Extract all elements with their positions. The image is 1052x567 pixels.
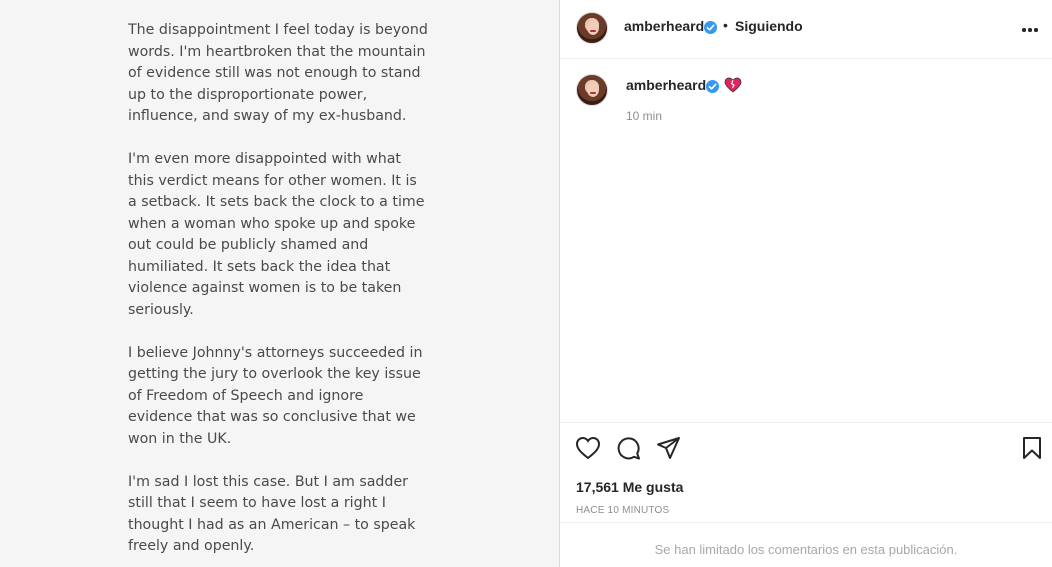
statement-paragraph-4: I'm sad I lost this case. But I am sadde… — [128, 473, 416, 555]
post-timestamp[interactable]: HACE 10 MINUTOS — [576, 505, 669, 516]
broken-heart-emoji-icon — [724, 77, 742, 93]
bookmark-icon[interactable] — [1022, 436, 1042, 460]
likes-count[interactable]: 17,561 Me gusta — [576, 479, 683, 495]
statement-paragraph-2: I'm even more disappointed with what thi… — [128, 151, 425, 318]
caption-time[interactable]: 10 min — [626, 109, 662, 123]
caption-username[interactable]: amberheard — [626, 77, 706, 93]
header-username[interactable]: amberheard — [624, 18, 704, 34]
avatar[interactable] — [576, 12, 608, 44]
caption-avatar[interactable] — [576, 74, 608, 106]
statement-paragraph-1: The disappointment I feel today is beyon… — [128, 22, 428, 124]
comment-icon[interactable] — [616, 436, 641, 461]
following-button[interactable]: Siguiendo — [735, 18, 803, 34]
post-details-panel: amberheard • Siguiendo amberheard 10 min — [560, 0, 1052, 567]
verified-badge-icon — [706, 80, 719, 93]
comments-limited-notice: Se han limitado los comentarios en esta … — [560, 522, 1052, 567]
post-image[interactable]: The disappointment I feel today is beyon… — [0, 0, 559, 567]
more-horizontal-icon[interactable] — [1020, 22, 1040, 36]
post-actions: 17,561 Me gusta HACE 10 MINUTOS Se han l… — [560, 422, 1052, 567]
statement-text: The disappointment I feel today is beyon… — [128, 20, 428, 567]
post-header: amberheard • Siguiendo — [560, 0, 1052, 59]
share-icon[interactable] — [656, 436, 681, 461]
heart-icon[interactable] — [575, 436, 601, 460]
verified-badge-icon — [704, 21, 717, 34]
statement-paragraph-3: I believe Johnny's attorneys succeeded i… — [128, 344, 423, 447]
separator-dot: • — [723, 17, 728, 33]
